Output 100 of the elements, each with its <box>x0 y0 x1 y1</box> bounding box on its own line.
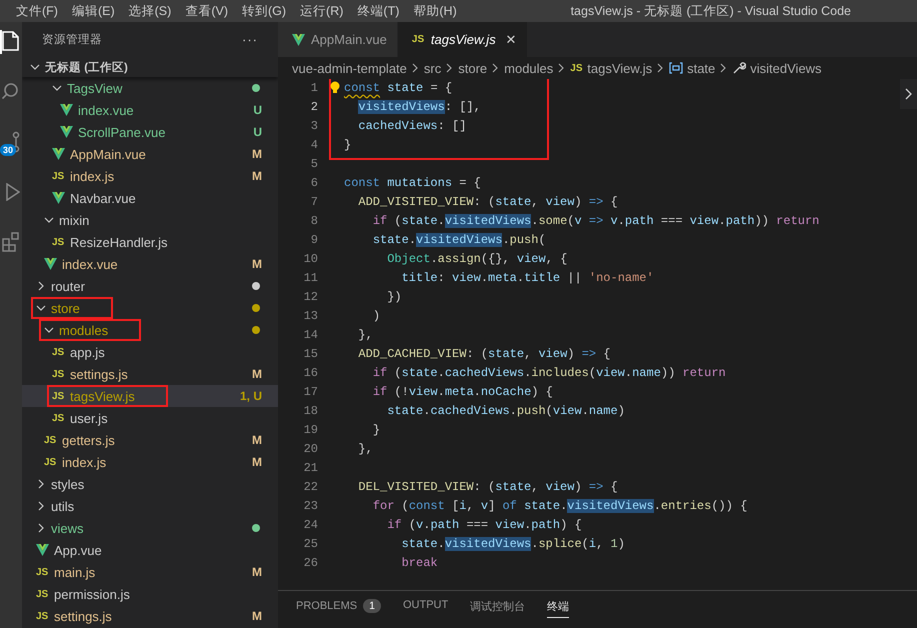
editor-tab[interactable]: JS tagsView.js ✕ <box>398 22 528 57</box>
tree-item[interactable]: JS index.js M <box>22 165 278 187</box>
line-number: 9 <box>310 232 318 249</box>
code-line: if (v.path === view.path) { <box>386 518 582 532</box>
js-file-icon: JS <box>44 456 57 468</box>
breadcrumb-item[interactable]: vue-admin-template <box>292 60 407 76</box>
tree-item[interactable]: views <box>22 517 278 539</box>
tree-item[interactable]: Navbar.vue <box>22 187 278 209</box>
tree-item[interactable]: JS index.js M <box>22 451 278 473</box>
menu-item[interactable]: 选择(S) <box>122 2 178 20</box>
menu-item[interactable]: 查看(V) <box>179 2 234 20</box>
file-name: index.js <box>62 454 106 470</box>
tree-item[interactable]: JS user.js <box>22 407 278 429</box>
breadcrumb-item[interactable]: JS tagsView.js <box>570 60 652 76</box>
lightbulb-icon[interactable] <box>330 81 340 95</box>
chevron-right-icon <box>720 63 728 73</box>
menu-item[interactable]: 转到(G) <box>236 2 292 20</box>
tree-item[interactable]: index.vue U <box>22 99 278 121</box>
code-line: } <box>344 138 352 152</box>
tree-item[interactable]: JS tagsView.js 1, U <box>22 385 278 407</box>
tree-item[interactable]: router <box>22 275 278 297</box>
code-line: break <box>400 556 438 570</box>
tree-item[interactable]: JS permission.js <box>22 583 278 605</box>
tree-item[interactable]: App.vue <box>22 539 278 561</box>
close-button[interactable]: ✕ <box>506 32 517 47</box>
chevron-right-icon <box>492 63 500 73</box>
tree-item[interactable]: utils <box>22 495 278 517</box>
tree-item[interactable]: ScrollPane.vue U <box>22 121 278 143</box>
chevron-right-icon[interactable] <box>36 501 46 511</box>
line-number: 15 <box>302 346 318 363</box>
menu-item[interactable]: 帮助(H) <box>407 2 463 20</box>
code-line: }) <box>386 290 402 304</box>
chevron-right-icon[interactable] <box>36 479 46 489</box>
tree-item[interactable]: JS getters.js M <box>22 429 278 451</box>
tree-item[interactable]: JS ResizeHandler.js <box>22 231 278 253</box>
chevron-down-icon[interactable] <box>30 62 40 72</box>
code-line: cachedViews: [] <box>357 119 466 133</box>
git-status: U <box>253 125 262 139</box>
line-number: 3 <box>310 118 318 135</box>
panel-tab[interactable]: PROBLEMS 1 <box>296 599 381 616</box>
files-icon <box>2 31 20 53</box>
tree-item[interactable]: JS settings.js M <box>22 363 278 385</box>
line-number: 13 <box>302 308 318 325</box>
js-file-icon: JS <box>52 368 65 380</box>
chevron-down-icon[interactable] <box>44 325 54 335</box>
expand-button[interactable] <box>900 79 917 109</box>
tree-item[interactable]: AppMain.vue M <box>22 143 278 165</box>
menu-item[interactable]: 文件(F) <box>10 2 64 20</box>
js-file-icon: JS <box>52 390 65 402</box>
vue-file-icon <box>60 104 73 116</box>
code-line: title: view.meta.title || 'no-name' <box>400 271 654 285</box>
line-number: 6 <box>310 175 318 192</box>
file-name: index.vue <box>78 102 134 118</box>
git-status: M <box>252 257 262 271</box>
breadcrumb-item[interactable]: visitedViews <box>732 60 822 76</box>
menu-item[interactable]: 编辑(E) <box>66 2 121 20</box>
js-file-icon: JS <box>52 170 65 182</box>
js-file-icon: JS <box>36 588 49 600</box>
file-name: router <box>51 278 85 294</box>
file-name: utils <box>51 498 74 514</box>
tree-item[interactable]: styles <box>22 473 278 495</box>
js-file-icon: JS <box>52 346 65 358</box>
tree-item[interactable]: mixin <box>22 209 278 231</box>
tree-item[interactable]: index.vue M <box>22 253 278 275</box>
panel-tab[interactable]: 终端 <box>547 599 570 618</box>
chevron-down-icon[interactable] <box>36 303 46 313</box>
line-number: 25 <box>302 536 318 553</box>
line-number: 11 <box>302 270 318 287</box>
chevron-right-icon[interactable] <box>36 281 46 291</box>
tree-item[interactable]: modules <box>22 319 278 341</box>
tree-item[interactable]: JS app.js <box>22 341 278 363</box>
breadcrumb-item[interactable]: modules <box>504 60 554 76</box>
breadcrumb-item[interactable]: state <box>669 60 716 76</box>
vue-file-icon <box>52 192 65 204</box>
tree-item[interactable]: TagsView <box>22 77 278 99</box>
menu-item[interactable]: 运行(R) <box>294 2 350 20</box>
tree-item[interactable]: JS settings.js M <box>22 605 278 627</box>
menu-item[interactable]: 终端(T) <box>351 2 406 20</box>
vue-file-icon <box>52 148 65 160</box>
line-number: 24 <box>302 517 318 534</box>
chevron-down-icon[interactable] <box>44 215 54 225</box>
editor-tab[interactable]: AppMain.vue <box>278 22 398 57</box>
breadcrumb-item[interactable]: store <box>458 60 488 76</box>
chevron-down-icon[interactable] <box>52 83 62 93</box>
panel-tab[interactable]: OUTPUT <box>402 599 448 614</box>
git-status: M <box>252 433 262 447</box>
line-number: 10 <box>302 251 318 268</box>
tree-item[interactable]: JS main.js M <box>22 561 278 583</box>
more-actions-button[interactable]: ··· <box>242 32 258 47</box>
workspace-header[interactable]: 无标题 (工作区) <box>22 57 278 77</box>
vue-file-icon <box>44 258 57 270</box>
activity-item[interactable]: 30 <box>0 130 22 154</box>
breadcrumb-item[interactable]: src <box>424 60 442 76</box>
code-line: } <box>372 423 380 437</box>
chevron-right-icon[interactable] <box>36 523 46 533</box>
tree-item[interactable]: store <box>22 297 278 319</box>
code-line: Object.assign({}, view, { <box>386 252 568 266</box>
chevron-right-icon <box>657 63 664 73</box>
panel-tab[interactable]: 调试控制台 <box>470 599 526 617</box>
file-name: views <box>51 520 84 536</box>
